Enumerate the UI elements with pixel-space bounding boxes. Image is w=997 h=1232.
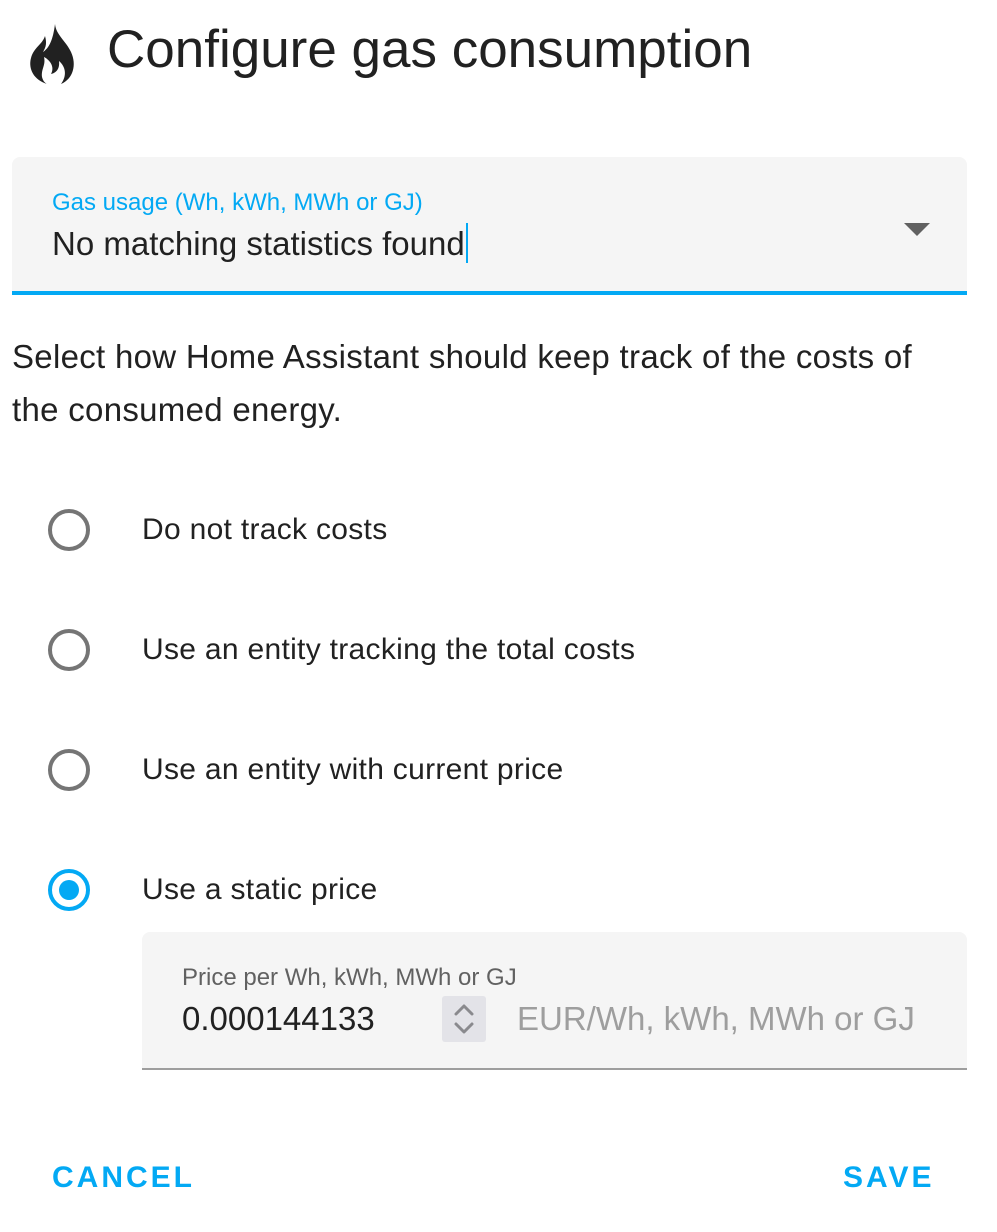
field-underline: [142, 1068, 967, 1070]
field-underline: [12, 291, 967, 295]
radio-label: Use an entity tracking the total costs: [142, 633, 636, 666]
radio-label: Do not track costs: [142, 513, 388, 546]
dialog-header: Configure gas consumption: [0, 0, 997, 110]
radio-option-current-price-entity[interactable]: Use an entity with current price: [40, 738, 960, 808]
radio-label: Use an entity with current price: [142, 753, 564, 786]
dialog-title: Configure gas consumption: [107, 20, 753, 79]
radio-button[interactable]: [48, 629, 90, 671]
price-value[interactable]: 0.000144133: [182, 998, 375, 1040]
radio-button[interactable]: [48, 749, 90, 791]
cancel-button[interactable]: CANCEL: [52, 1155, 195, 1201]
cost-description: Select how Home Assistant should keep tr…: [12, 338, 912, 428]
radio-button-checked[interactable]: [48, 869, 90, 911]
gas-usage-label: Gas usage (Wh, kWh, MWh or GJ): [52, 189, 423, 216]
gas-usage-select[interactable]: Gas usage (Wh, kWh, MWh or GJ) No matchi…: [12, 157, 967, 295]
radio-option-no-costs[interactable]: Do not track costs: [40, 498, 960, 568]
save-button[interactable]: SAVE: [843, 1155, 934, 1201]
radio-dot: [59, 880, 79, 900]
dropdown-arrow-icon[interactable]: [904, 223, 930, 236]
fire-icon: [26, 22, 78, 86]
gas-usage-value-row[interactable]: No matching statistics found: [52, 223, 468, 265]
radio-button[interactable]: [48, 509, 90, 551]
number-spinner-icon[interactable]: [442, 996, 486, 1042]
radio-option-static-price[interactable]: Use a static price: [40, 858, 960, 928]
price-label: Price per Wh, kWh, MWh or GJ: [182, 964, 517, 991]
gas-usage-value[interactable]: No matching statistics found: [52, 225, 465, 262]
radio-label: Use a static price: [142, 873, 378, 906]
static-price-input[interactable]: Price per Wh, kWh, MWh or GJ 0.000144133…: [142, 932, 967, 1070]
text-caret: [465, 223, 468, 263]
radio-option-total-costs-entity[interactable]: Use an entity tracking the total costs: [40, 618, 960, 688]
price-unit-suffix: EUR/Wh, kWh, MWh or GJ: [517, 1000, 915, 1037]
